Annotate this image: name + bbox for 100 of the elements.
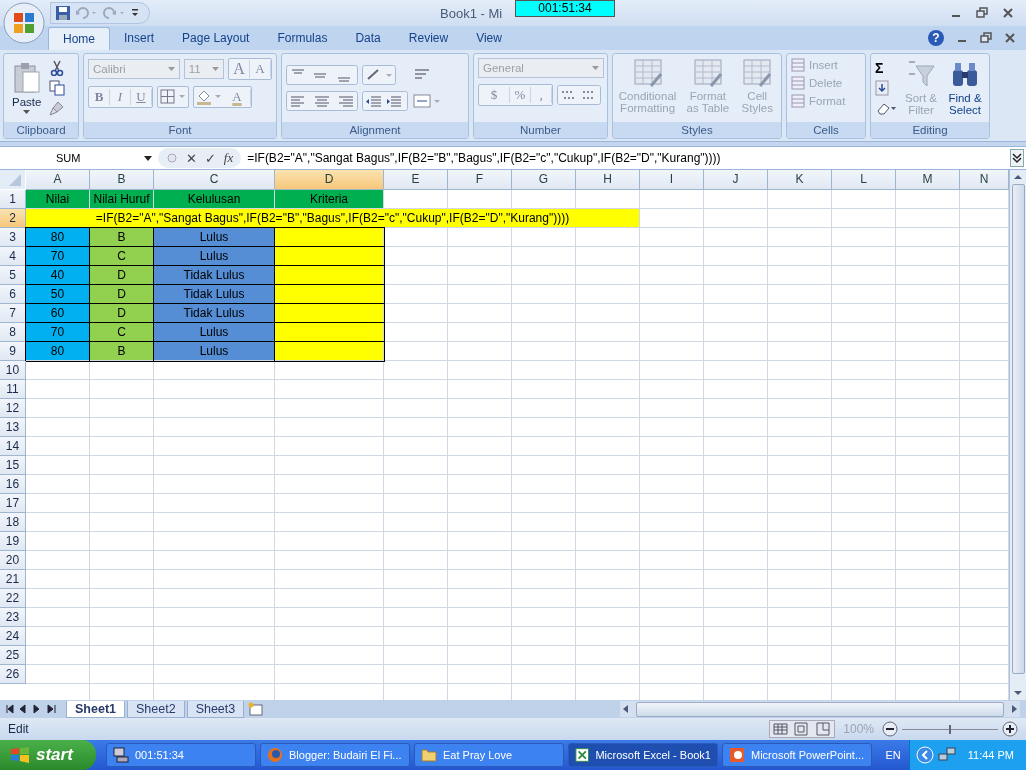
vertical-align-icons[interactable] bbox=[286, 65, 358, 85]
taskbar-button[interactable]: Blogger: Budairi El Fi... bbox=[260, 743, 410, 767]
row-header[interactable]: 17 bbox=[0, 494, 26, 513]
column-header[interactable]: K bbox=[768, 170, 832, 190]
zoom-in-icon[interactable] bbox=[1002, 721, 1018, 737]
column-header[interactable]: E bbox=[384, 170, 448, 190]
row-header[interactable]: 11 bbox=[0, 380, 26, 399]
close-icon[interactable] bbox=[1002, 7, 1014, 19]
row-header[interactable]: 20 bbox=[0, 551, 26, 570]
language-indicator[interactable]: EN bbox=[877, 749, 909, 761]
row-header[interactable]: 2 bbox=[0, 209, 26, 228]
brush-icon[interactable] bbox=[49, 100, 66, 116]
ribbon-tab[interactable]: Insert bbox=[110, 27, 169, 50]
row-header[interactable]: 5 bbox=[0, 266, 26, 285]
restore-icon[interactable] bbox=[980, 32, 992, 44]
vertical-scrollbar[interactable] bbox=[1009, 170, 1026, 700]
orientation-icon[interactable] bbox=[362, 65, 396, 85]
name-box[interactable]: SUM bbox=[0, 152, 158, 164]
help-button[interactable]: ? bbox=[928, 30, 944, 46]
column-header[interactable]: M bbox=[896, 170, 960, 190]
scroll-thumb[interactable] bbox=[1011, 184, 1025, 674]
row-header[interactable]: 8 bbox=[0, 323, 26, 342]
row-header[interactable]: 16 bbox=[0, 475, 26, 494]
column-header[interactable]: L bbox=[832, 170, 896, 190]
sheet-tab[interactable]: Sheet3 bbox=[186, 700, 245, 718]
taskbar-button[interactable]: Microsoft Excel - Book1 bbox=[568, 743, 718, 767]
clock: 11:44 PM bbox=[966, 749, 1014, 761]
row-header[interactable]: 10 bbox=[0, 361, 26, 380]
group-label: Number bbox=[474, 122, 607, 138]
row-header[interactable]: 22 bbox=[0, 589, 26, 608]
column-header[interactable]: B bbox=[90, 170, 154, 190]
rows-icon bbox=[791, 94, 805, 108]
column-header[interactable]: D bbox=[275, 170, 384, 190]
formula-cell[interactable]: =IF(B2="A","Sangat Bagus",IF(B2="B","Bagus",IF(B2="c","Cukup",IF(B2="D","Kurang")))) bbox=[26, 209, 640, 228]
row-header[interactable]: 12 bbox=[0, 399, 26, 418]
zoom-out-icon[interactable] bbox=[882, 721, 898, 737]
editing-button[interactable]: Find & Select bbox=[945, 60, 985, 116]
column-header[interactable]: I bbox=[640, 170, 704, 190]
decimal-buttons-icon[interactable] bbox=[557, 85, 601, 105]
row-header[interactable]: 3 bbox=[0, 228, 26, 247]
row-header[interactable]: 25 bbox=[0, 646, 26, 665]
column-header[interactable]: A bbox=[26, 170, 90, 190]
insert-function-button[interactable]: fx bbox=[223, 150, 234, 166]
row-header[interactable]: 13 bbox=[0, 418, 26, 437]
copy-icon[interactable] bbox=[49, 80, 66, 96]
row-header[interactable]: 4 bbox=[0, 247, 26, 266]
close-icon[interactable] bbox=[1004, 32, 1016, 44]
expand-icon[interactable] bbox=[1010, 149, 1024, 167]
column-header[interactable]: J bbox=[704, 170, 768, 190]
enter-button[interactable]: ✓ bbox=[204, 150, 216, 166]
clipboard-icon bbox=[12, 62, 41, 94]
row-header[interactable]: 23 bbox=[0, 608, 26, 627]
ribbon-tab[interactable]: Home bbox=[48, 27, 110, 50]
view-buttons-icon[interactable] bbox=[769, 720, 836, 738]
row-header[interactable]: 21 bbox=[0, 570, 26, 589]
chevron-icon[interactable] bbox=[915, 746, 934, 764]
taskbar-button[interactable]: Eat Pray Love bbox=[414, 743, 564, 767]
column-header[interactable]: G bbox=[512, 170, 576, 190]
ribbon-tab[interactable]: Formulas bbox=[263, 27, 342, 50]
network-icon[interactable] bbox=[937, 746, 956, 764]
horizontal-align-icons[interactable] bbox=[286, 91, 358, 111]
grip-icon bbox=[166, 152, 178, 164]
paste-button[interactable]: Paste bbox=[8, 62, 46, 114]
row-header[interactable]: 1 bbox=[0, 190, 26, 209]
row-header[interactable]: 14 bbox=[0, 437, 26, 456]
sheet-tab[interactable]: Sheet2 bbox=[127, 700, 185, 718]
row-header[interactable]: 6 bbox=[0, 285, 26, 304]
column-header[interactable]: H bbox=[576, 170, 640, 190]
presentation-icon bbox=[729, 747, 745, 763]
row-header[interactable]: 26 bbox=[0, 665, 26, 684]
column-header[interactable]: F bbox=[448, 170, 512, 190]
formula-field[interactable]: =IF(B2="A","Sangat Bagus",IF(B2="B","Bagus",IF(B2="c","Cukup",IF(B2="D","Kurang")))) bbox=[241, 151, 1010, 165]
taskbar-button[interactable]: Microsoft PowerPoint... bbox=[722, 743, 872, 767]
taskbar-button[interactable]: 001:51:34 bbox=[106, 743, 256, 767]
customize-caret-icon[interactable] bbox=[131, 8, 139, 18]
ribbon-tab[interactable]: Data bbox=[341, 27, 395, 50]
ribbon-tab[interactable]: Page Layout bbox=[168, 27, 264, 50]
row-header[interactable]: 19 bbox=[0, 532, 26, 551]
row-header[interactable]: 18 bbox=[0, 513, 26, 532]
caret-icon bbox=[144, 155, 152, 161]
start-button[interactable]: start bbox=[0, 740, 96, 770]
row-header[interactable]: 15 bbox=[0, 456, 26, 475]
row-header[interactable]: 24 bbox=[0, 627, 26, 646]
ribbon-tab[interactable]: Review bbox=[394, 27, 463, 50]
cancel-button[interactable]: ✕ bbox=[186, 150, 197, 166]
borders-icon[interactable] bbox=[158, 88, 188, 106]
fill-color-icon[interactable] bbox=[194, 88, 224, 106]
scissors-icon[interactable] bbox=[49, 60, 66, 76]
row-header[interactable]: 7 bbox=[0, 304, 26, 323]
sheet-tab[interactable]: Sheet1 bbox=[66, 700, 125, 718]
indent-icons[interactable] bbox=[362, 91, 408, 111]
column-header[interactable]: C bbox=[154, 170, 275, 190]
column-header[interactable]: N bbox=[960, 170, 1009, 190]
windows-flag-icon bbox=[10, 746, 30, 764]
merge-icon[interactable] bbox=[412, 91, 442, 111]
ribbon-tab[interactable]: View bbox=[462, 27, 516, 50]
save-icon[interactable] bbox=[55, 5, 71, 21]
autosum-button[interactable]: Σ bbox=[875, 60, 884, 76]
row-header[interactable]: 9 bbox=[0, 342, 26, 361]
restore-icon[interactable] bbox=[976, 7, 988, 19]
